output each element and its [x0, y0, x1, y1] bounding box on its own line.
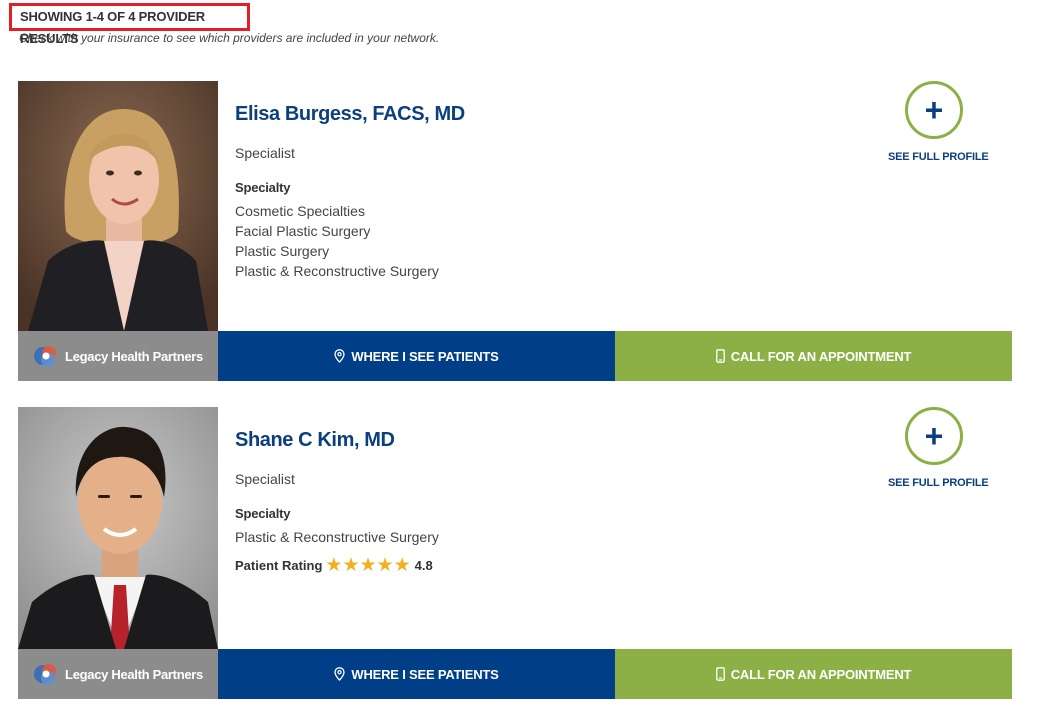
see-full-profile-label[interactable]: SEE FULL PROFILE — [888, 151, 989, 163]
see-full-profile-button[interactable]: + SEE FULL PROFILE — [888, 81, 989, 163]
network-logo-icon — [34, 346, 57, 367]
provider-role: Specialist — [235, 471, 295, 487]
where-i-see-patients-button[interactable]: WHERE I SEE PATIENTS — [218, 649, 615, 699]
star-icon: ★ — [342, 555, 360, 576]
star-icon: ★ — [359, 555, 377, 576]
where-i-see-patients-button[interactable]: WHERE I SEE PATIENTS — [218, 331, 615, 381]
rating-value: 4.8 — [414, 558, 433, 573]
star-icon: ★ — [393, 555, 411, 576]
phone-icon — [715, 667, 725, 681]
plus-icon[interactable]: + — [905, 407, 963, 465]
call-for-appointment-button[interactable]: CALL FOR AN APPOINTMENT — [615, 331, 1012, 381]
call-for-appointment-button[interactable]: CALL FOR AN APPOINTMENT — [615, 649, 1012, 699]
provider-action-bar: Legacy Health Partners WHERE I SEE PATIE… — [18, 331, 1012, 381]
call-for-appointment-label[interactable]: CALL FOR AN APPOINTMENT — [731, 349, 912, 364]
where-i-see-patients-label[interactable]: WHERE I SEE PATIENTS — [351, 349, 498, 364]
see-full-profile-label[interactable]: SEE FULL PROFILE — [888, 477, 989, 489]
provider-role: Specialist — [235, 145, 295, 161]
network-badge: Legacy Health Partners — [18, 649, 218, 699]
network-label: Legacy Health Partners — [65, 348, 203, 364]
phone-icon — [715, 349, 725, 363]
provider-name[interactable]: Elisa Burgess, FACS, MD — [235, 103, 465, 126]
provider-card: Shane C Kim, MD Specialist Specialty Pla… — [18, 407, 1012, 699]
see-full-profile-button[interactable]: + SEE FULL PROFILE — [888, 407, 989, 489]
map-pin-icon — [334, 667, 346, 681]
specialty-item: Cosmetic Specialties — [235, 203, 365, 219]
plus-icon[interactable]: + — [905, 81, 963, 139]
call-for-appointment-label[interactable]: CALL FOR AN APPOINTMENT — [731, 667, 912, 682]
provider-photo[interactable] — [18, 407, 218, 649]
network-label: Legacy Health Partners — [65, 666, 203, 682]
provider-action-bar: Legacy Health Partners WHERE I SEE PATIE… — [18, 649, 1012, 699]
network-logo-icon — [34, 664, 57, 685]
patient-rating: Patient Rating ★ ★ ★ ★ ★ 4.8 — [235, 556, 433, 575]
specialty-item: Plastic Surgery — [235, 243, 330, 259]
patient-rating-label: Patient Rating — [235, 558, 323, 573]
provider-name[interactable]: Shane C Kim, MD — [235, 429, 395, 452]
specialty-heading: Specialty — [235, 180, 291, 195]
where-i-see-patients-label[interactable]: WHERE I SEE PATIENTS — [351, 667, 498, 682]
network-badge: Legacy Health Partners — [18, 331, 218, 381]
map-pin-icon — [334, 349, 346, 363]
rating-stars: ★ ★ ★ ★ ★ — [325, 556, 410, 575]
insurance-note: Check with your insurance to see which p… — [19, 31, 440, 45]
specialty-heading: Specialty — [235, 506, 291, 521]
specialty-list: Plastic & Reconstructive Surgery — [235, 527, 439, 547]
specialty-item: Plastic & Reconstructive Surgery — [235, 263, 439, 279]
results-count: SHOWING 1-4 OF 4 PROVIDER RESULTS — [9, 3, 250, 46]
star-icon: ★ — [376, 555, 394, 576]
specialty-item: Facial Plastic Surgery — [235, 223, 371, 239]
provider-photo[interactable] — [18, 81, 218, 331]
provider-card: Elisa Burgess, FACS, MD Specialist Speci… — [18, 81, 1012, 381]
star-icon: ★ — [325, 555, 343, 576]
specialty-item: Plastic & Reconstructive Surgery — [235, 529, 439, 545]
specialty-list: Cosmetic Specialties Facial Plastic Surg… — [235, 201, 439, 281]
